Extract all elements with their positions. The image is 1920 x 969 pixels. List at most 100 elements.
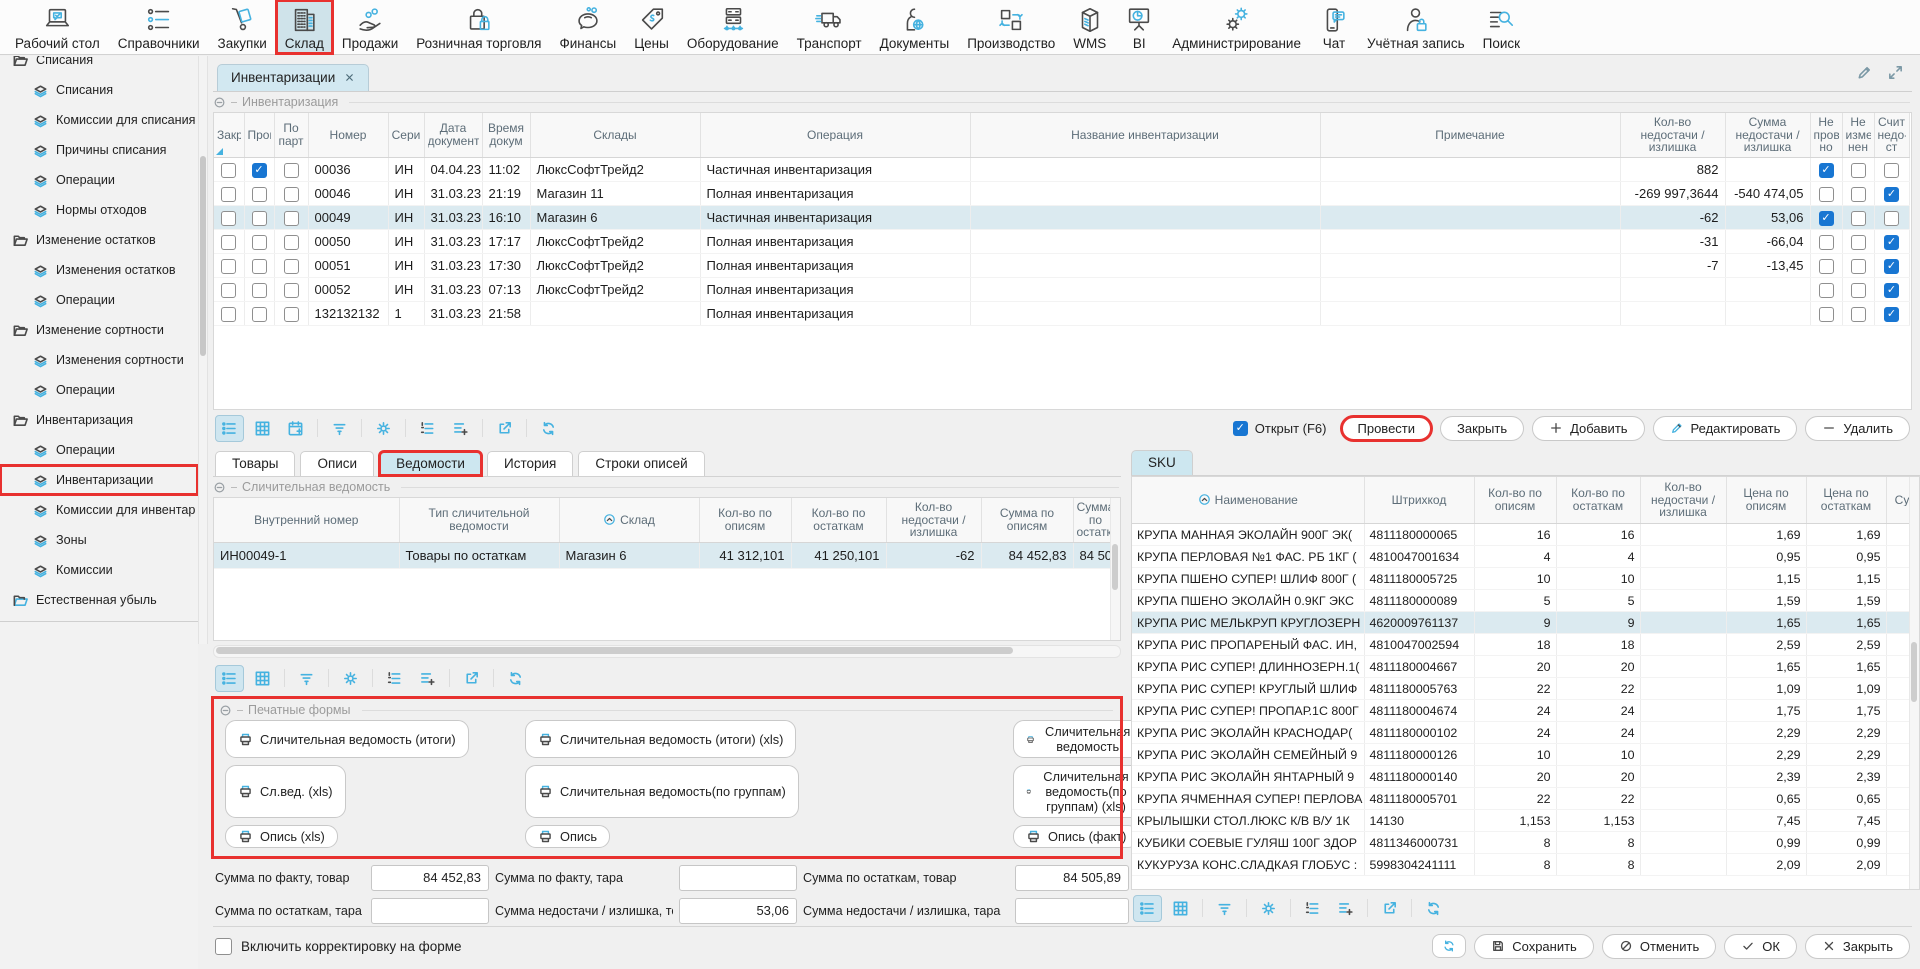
table-row[interactable]: КРУПА ПЕРЛОВАЯ №1 ФАС. РБ 1КГ (481004700… <box>1132 546 1918 568</box>
sidebar-item-2[interactable]: Комиссии для списания товаров <box>0 105 198 135</box>
refresh-button[interactable] <box>501 665 530 692</box>
topbar-item-admin[interactable]: Администрирование <box>1163 0 1310 54</box>
topbar-item-chat[interactable]: Чат <box>1310 0 1358 54</box>
tab-detail-2[interactable]: Ведомости <box>379 451 482 476</box>
print-button-0[interactable]: Сличительная ведомость (итоги) <box>225 720 469 758</box>
checkbox[interactable] <box>284 187 299 202</box>
tab-inventarizacii[interactable]: Инвентаризации <box>217 64 369 91</box>
column-header[interactable]: Сумма недостачи / излишка <box>1725 113 1810 158</box>
column-header[interactable]: Примечание <box>1320 113 1620 158</box>
adjust-checkbox[interactable] <box>215 938 232 955</box>
ok-button[interactable]: ОК <box>1724 934 1797 959</box>
checkbox[interactable] <box>1851 163 1866 178</box>
view-grid-button[interactable] <box>248 415 277 442</box>
checkbox[interactable] <box>252 235 267 250</box>
totals-value-2[interactable]: 84 505,89 <box>1015 865 1129 891</box>
table-row[interactable]: КРУПА МАННАЯ ЭКОЛАЙН 900Г ЭК(48111800000… <box>1132 524 1918 546</box>
vedomost-scrollbar[interactable] <box>1110 498 1120 640</box>
checkbox[interactable] <box>221 211 236 226</box>
table-row[interactable]: КРУПА РИС СУПЕР! КРУГЛЫЙ ШЛИФ48111800057… <box>1132 678 1918 700</box>
print-button-6[interactable]: Опись (xls) <box>225 825 338 848</box>
table-row[interactable]: КРУПА РИС ЭКОЛАЙН СЕМЕЙНЫЙ 9481118000012… <box>1132 744 1918 766</box>
checkbox[interactable] <box>284 283 299 298</box>
tab-detail-3[interactable]: История <box>487 451 573 476</box>
table-row[interactable]: ИН00049-1Товары по остаткамМагазин 641 3… <box>214 543 1118 569</box>
checkbox[interactable] <box>284 259 299 274</box>
checkbox[interactable] <box>252 163 267 178</box>
column-header[interactable]: По парт <box>274 113 308 158</box>
list-add-button[interactable] <box>1331 895 1360 922</box>
checkbox[interactable] <box>1851 235 1866 250</box>
table-row[interactable]: КРУПА РИС ЭКОЛАЙН КРАСНОДАР(481118000010… <box>1132 722 1918 744</box>
external-button[interactable] <box>457 665 486 692</box>
column-header[interactable]: Кол-во недостачи / излишка <box>1620 113 1725 158</box>
sidebar-item-15[interactable]: Комиссии для инвентаризации <box>0 495 198 525</box>
table-row[interactable]: КРУПА ЯЧМЕННАЯ СУПЕР! ПЕРЛОВА48111800057… <box>1132 788 1918 810</box>
sidebar-item-9[interactable]: Изменение сортности <box>0 315 198 345</box>
external-button[interactable] <box>1375 895 1404 922</box>
topbar-item-account[interactable]: Учётная запись <box>1358 0 1474 54</box>
checkbox[interactable] <box>252 259 267 274</box>
filter-button[interactable] <box>292 665 321 692</box>
tab-detail-1[interactable]: Описи <box>300 451 374 476</box>
column-header[interactable]: Сери <box>388 113 424 158</box>
zakryt-button[interactable]: Закрыть <box>1440 416 1524 441</box>
sidebar-item-8[interactable]: Операции <box>0 285 198 315</box>
checkbox[interactable] <box>1884 187 1899 202</box>
checkbox[interactable] <box>284 307 299 322</box>
udalit-button[interactable]: Удалить <box>1805 416 1910 441</box>
totals-value-4[interactable]: 53,06 <box>679 898 797 924</box>
collapse-icon[interactable] <box>213 481 226 494</box>
collapse-icon[interactable] <box>219 704 232 717</box>
view-list-button[interactable] <box>1133 895 1162 922</box>
checkbox[interactable] <box>252 187 267 202</box>
checkbox[interactable] <box>1819 307 1834 322</box>
filter-button[interactable] <box>325 415 354 442</box>
tab-detail-4[interactable]: Строки описей <box>578 451 704 476</box>
checkbox[interactable] <box>1851 307 1866 322</box>
view-calendar-button[interactable] <box>281 415 310 442</box>
checkbox[interactable] <box>1884 163 1899 178</box>
checkbox[interactable] <box>1819 259 1834 274</box>
checkbox[interactable] <box>221 307 236 322</box>
gear-button[interactable] <box>1254 895 1283 922</box>
view-list-button[interactable] <box>215 415 244 442</box>
table-row[interactable]: КРУПА РИС ПРОПАРЕНЫЙ ФАС. ИН,48100470025… <box>1132 634 1918 656</box>
save-button[interactable]: Сохранить <box>1474 934 1594 959</box>
topbar-item-search[interactable]: Поиск <box>1474 0 1529 54</box>
column-header[interactable]: Кол-во по описям <box>699 498 791 543</box>
table-row[interactable]: КРУПА РИС ЭКОЛАЙН ЯНТАРНЫЙ 9481118000014… <box>1132 766 1918 788</box>
checkbox[interactable] <box>1884 283 1899 298</box>
table-row[interactable]: 00036ИН04.04.2311:02ЛюксСофтТрейд2Частич… <box>214 158 1909 182</box>
checkbox[interactable] <box>221 187 236 202</box>
table-row[interactable]: 00050ИН31.03.2317:17ЛюксСофтТрейд2Полная… <box>214 230 1909 254</box>
print-button-5[interactable]: Сличительная ведомость(по группам) (xls) <box>1013 765 1146 818</box>
column-header[interactable]: Дата документ <box>424 113 482 158</box>
sidebar-item-5[interactable]: Нормы отходов <box>0 195 198 225</box>
checkbox[interactable] <box>1819 187 1834 202</box>
sidebar-scrollbar[interactable] <box>198 56 208 644</box>
table-row[interactable]: КРУПА ПШЕНО СУПЕР! ШЛИФ 800Г (4811180005… <box>1132 568 1918 590</box>
topbar-item-finance[interactable]: Финансы <box>551 0 626 54</box>
checkbox[interactable] <box>1819 211 1834 226</box>
column-header[interactable]: Штрихкод <box>1364 477 1474 524</box>
table-row[interactable]: 00049ИН31.03.2316:10Магазин 6Частичная и… <box>214 206 1909 230</box>
redaktirovat-button[interactable]: Редактировать <box>1653 416 1798 441</box>
sidebar-item-10[interactable]: Изменения сортности <box>0 345 198 375</box>
checkbox[interactable] <box>252 283 267 298</box>
column-header[interactable]: Номер <box>308 113 388 158</box>
tab-detail-0[interactable]: Товары <box>215 451 295 476</box>
provesti-button[interactable]: Провести <box>1341 416 1433 441</box>
column-header[interactable]: Кол-во по остаткам <box>1556 477 1640 524</box>
print-button-4[interactable]: Сличительная ведомость(по группам) <box>525 765 799 818</box>
column-header[interactable]: Наименование <box>1132 477 1364 524</box>
edit-pencil-icon[interactable] <box>1856 64 1873 81</box>
topbar-item-desktop[interactable]: Рабочий стол <box>6 0 109 54</box>
column-header[interactable]: Кол-во по описям <box>1474 477 1556 524</box>
column-header[interactable]: Пров <box>244 113 274 158</box>
view-grid-button[interactable] <box>248 665 277 692</box>
checkbox[interactable] <box>1851 283 1866 298</box>
topbar-item-retail[interactable]: Розничная торговля <box>407 0 550 54</box>
table-row[interactable]: КРУПА РИС МЕЛЬКРУП КРУГЛОЗЕРН46200097611… <box>1132 612 1918 634</box>
view-list-button[interactable] <box>215 665 244 692</box>
